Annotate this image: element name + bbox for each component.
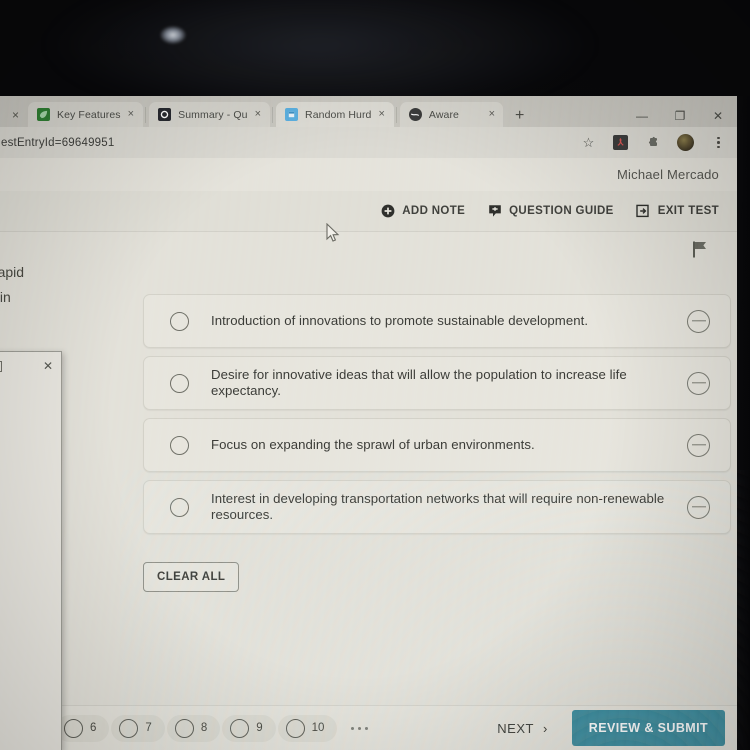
flag-icon[interactable] bbox=[692, 240, 709, 264]
review-and-submit-button[interactable]: REVIEW & SUBMIT bbox=[571, 710, 725, 746]
browser-window: × Key Features × Summary - Qu × Random H… bbox=[0, 96, 737, 750]
question-status-circle-icon bbox=[230, 718, 250, 738]
tab-strip: × Key Features × Summary - Qu × Random H… bbox=[0, 96, 737, 127]
answer-option-text: Introduction of innovations to promote s… bbox=[211, 312, 589, 328]
action-toolbar: ADD NOTE QUESTION GUIDE EXIT TEST bbox=[0, 191, 737, 232]
close-icon[interactable]: × bbox=[378, 109, 384, 120]
add-note-button[interactable]: ADD NOTE bbox=[380, 204, 465, 219]
tab-label: Summary - Qu bbox=[178, 108, 248, 121]
window-controls: — ❐ ✕ bbox=[623, 109, 737, 127]
answer-option[interactable]: Introduction of innovations to promote s… bbox=[143, 294, 731, 348]
answer-option[interactable]: Interest in developing transportation ne… bbox=[143, 480, 731, 534]
question-number-button[interactable]: 9 bbox=[222, 714, 276, 742]
tab-divider bbox=[145, 107, 147, 123]
browser-tab-random-hurd[interactable]: Random Hurd × bbox=[276, 102, 394, 127]
answer-option-text: Focus on expanding the sprawl of urban e… bbox=[211, 436, 535, 452]
answer-option-text: Desire for innovative ideas that will al… bbox=[211, 366, 627, 399]
radio-icon[interactable] bbox=[170, 497, 189, 517]
question-number-label: 9 bbox=[256, 722, 263, 734]
tab-label: Aware bbox=[428, 108, 459, 121]
question-number-button[interactable]: 10 bbox=[277, 714, 338, 742]
question-status-circle-icon bbox=[64, 718, 83, 738]
more-questions-ellipsis-icon[interactable] bbox=[339, 726, 369, 730]
radio-icon[interactable] bbox=[170, 373, 189, 393]
eliminate-minus-icon[interactable] bbox=[687, 371, 710, 395]
close-icon[interactable]: × bbox=[255, 109, 261, 120]
browser-tab-aware[interactable]: Aware × bbox=[399, 102, 503, 127]
passage-line-1: rks, bus rapid bbox=[0, 264, 25, 280]
new-tab-button[interactable]: + bbox=[505, 108, 534, 127]
passage-line-2: mplify Latin bbox=[0, 289, 11, 305]
user-bar: Michael Mercado bbox=[0, 158, 737, 191]
exit-test-icon bbox=[636, 204, 651, 219]
next-label: NEXT bbox=[497, 720, 534, 736]
chevron-right-icon: › bbox=[542, 720, 548, 736]
radio-icon[interactable] bbox=[170, 435, 189, 455]
answer-options-list: Introduction of innovations to promote s… bbox=[143, 294, 731, 542]
answer-option[interactable]: Desire for innovative ideas that will al… bbox=[143, 356, 731, 410]
tab-divider bbox=[272, 107, 274, 123]
close-icon[interactable]: × bbox=[128, 109, 134, 120]
radio-icon[interactable] bbox=[170, 311, 189, 331]
extensions-puzzle-icon[interactable] bbox=[644, 134, 661, 151]
tab-divider bbox=[395, 107, 397, 123]
close-icon[interactable]: ✕ bbox=[43, 359, 53, 373]
bookmark-star-icon[interactable]: ☆ bbox=[580, 134, 597, 151]
url-text[interactable]: estEntryId=69649951 bbox=[0, 137, 114, 149]
question-number-label: 10 bbox=[311, 722, 325, 734]
clear-all-button[interactable]: CLEAR ALL bbox=[143, 562, 240, 592]
exit-test-button[interactable]: EXIT TEST bbox=[636, 204, 719, 219]
add-note-label: ADD NOTE bbox=[402, 205, 466, 217]
floating-side-panel: ✕ a e bbox=[0, 351, 62, 750]
eliminate-minus-icon[interactable] bbox=[687, 309, 710, 333]
add-note-plus-icon bbox=[380, 204, 395, 219]
next-button[interactable]: NEXT › bbox=[497, 721, 548, 736]
answer-option-text: Interest in developing transportation ne… bbox=[211, 490, 665, 523]
question-number-button[interactable]: 7 bbox=[111, 714, 165, 742]
question-number-button[interactable]: 6 bbox=[56, 714, 110, 742]
screen-bezel-right bbox=[737, 96, 750, 750]
question-status-circle-icon bbox=[285, 718, 305, 738]
question-guide-label: QUESTION GUIDE bbox=[509, 205, 614, 217]
profile-avatar-icon[interactable] bbox=[677, 134, 694, 151]
maximize-button[interactable]: ❐ bbox=[661, 109, 699, 123]
passage-text: rks, bus rapid mplify Latin bbox=[0, 260, 100, 310]
answer-option[interactable]: Focus on expanding the sprawl of urban e… bbox=[143, 418, 731, 472]
close-window-button[interactable]: ✕ bbox=[699, 109, 737, 123]
question-guide-icon bbox=[487, 204, 502, 219]
document-icon bbox=[285, 108, 299, 121]
question-content: rks, bus rapid mplify Latin Introduction… bbox=[0, 232, 737, 750]
pdf-extension-icon[interactable] bbox=[613, 135, 628, 150]
question-status-circle-icon bbox=[119, 718, 139, 738]
light-reflection bbox=[160, 26, 186, 44]
test-page: Michael Mercado ADD NOTE QUESTION GUIDE bbox=[0, 158, 737, 750]
question-guide-button[interactable]: QUESTION GUIDE bbox=[487, 204, 614, 219]
eliminate-minus-icon[interactable] bbox=[687, 433, 710, 457]
globe-icon bbox=[408, 108, 422, 121]
chrome-menu-icon[interactable] bbox=[710, 134, 727, 151]
user-name: Michael Mercado bbox=[617, 167, 719, 182]
question-status-circle-icon bbox=[174, 718, 194, 738]
browser-tab-key-features[interactable]: Key Features × bbox=[28, 102, 144, 127]
close-icon[interactable]: × bbox=[489, 109, 495, 120]
question-number-label: 8 bbox=[200, 722, 208, 734]
eliminate-minus-icon[interactable] bbox=[687, 495, 710, 519]
exit-test-label: EXIT TEST bbox=[657, 205, 719, 217]
tab-label: Random Hurd bbox=[305, 108, 372, 121]
minimize-button[interactable]: — bbox=[623, 109, 661, 123]
photo-of-screen: × Key Features × Summary - Qu × Random H… bbox=[0, 0, 750, 750]
bottom-navigation-bar: 6 7 8 9 10 NEXT › REVIEW & SUBMIT bbox=[0, 705, 737, 750]
address-bar[interactable]: estEntryId=69649951 ☆ bbox=[0, 127, 737, 159]
quizlet-icon bbox=[158, 108, 172, 121]
leaf-icon bbox=[37, 108, 51, 121]
question-number-button[interactable]: 8 bbox=[166, 714, 221, 742]
browser-tab-summary[interactable]: Summary - Qu × bbox=[149, 102, 271, 127]
question-number-label: 7 bbox=[145, 722, 152, 734]
tab-label: Key Features bbox=[57, 108, 121, 121]
question-number-label: 6 bbox=[90, 722, 97, 734]
omnibox-icons: ☆ bbox=[580, 134, 737, 151]
tab-close-leftmost[interactable]: × bbox=[0, 108, 28, 127]
panel-restore-icon[interactable] bbox=[0, 361, 2, 372]
